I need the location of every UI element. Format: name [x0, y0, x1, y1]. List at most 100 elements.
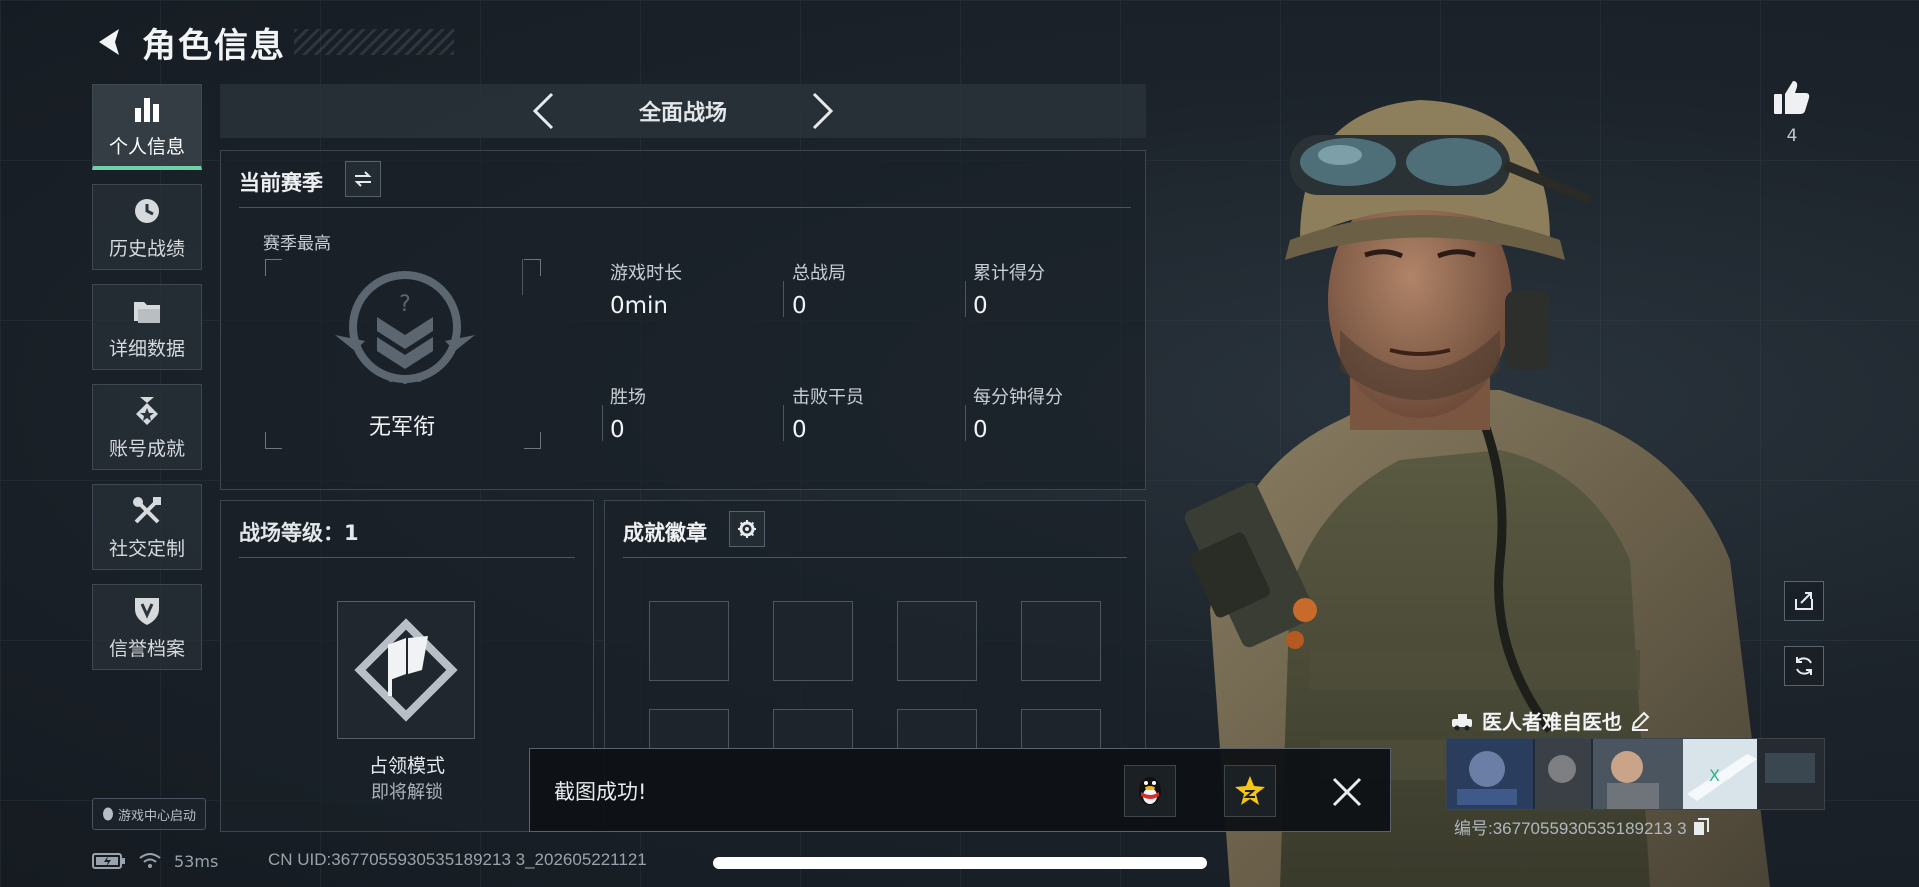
nav-item-history[interactable]: 历史战绩 — [92, 184, 202, 270]
badges-settings-button[interactable] — [729, 511, 765, 547]
folder-icon — [130, 294, 164, 328]
edit-pencil-icon[interactable] — [1630, 711, 1650, 731]
stat-kills: 击败干员 0 — [792, 383, 864, 443]
season-title: 当前赛季 — [239, 171, 323, 195]
stat-value: 0 — [610, 417, 625, 443]
home-indicator[interactable] — [713, 857, 1207, 869]
badge-slot[interactable] — [897, 601, 977, 681]
season-best-label: 赛季最高 — [263, 234, 331, 254]
nav-item-credit[interactable]: 信誉档案 — [92, 584, 202, 670]
copy-icon[interactable] — [1693, 817, 1709, 836]
tools-icon — [130, 494, 164, 528]
qzone-star-icon — [1235, 776, 1265, 805]
share-qzone-button[interactable] — [1224, 765, 1276, 817]
swap-icon — [354, 171, 372, 187]
svg-text:?: ? — [399, 292, 411, 317]
season-switch-button[interactable] — [345, 161, 381, 197]
flag-mode-icon — [354, 618, 458, 722]
stat-playtime: 游戏时长 0min — [610, 259, 682, 319]
stat-separator — [965, 405, 966, 441]
stat-separator — [965, 281, 966, 317]
wifi-icon — [139, 853, 161, 868]
ping-text: 53ms — [174, 851, 219, 871]
badge-slot[interactable] — [1021, 709, 1101, 749]
badge-slot[interactable] — [649, 601, 729, 681]
rank-frame: ? 无军衔 — [265, 259, 541, 449]
stat-label: 总战局 — [792, 263, 846, 284]
player-id-row: 编号:3677055930535189213 3 — [1454, 814, 1709, 839]
stat-label: 累计得分 — [973, 263, 1045, 284]
uid-text: CN UID:3677055930535189213 3_20260522112… — [268, 850, 647, 869]
vehicle-badge-icon — [1452, 713, 1472, 730]
mode-prev-button[interactable] — [523, 91, 563, 131]
close-icon[interactable] — [1330, 775, 1364, 809]
back-arrow-icon[interactable] — [92, 24, 128, 60]
badge-slot[interactable] — [773, 709, 853, 749]
stat-label: 击败干员 — [792, 387, 864, 408]
nav-item-personal-info[interactable]: 个人信息 — [92, 84, 202, 170]
battery-icon — [92, 853, 125, 869]
page-header: 角色信息 — [92, 18, 454, 66]
stat-wins: 胜场 0 — [610, 383, 646, 443]
frame-corner — [265, 259, 282, 276]
screenshot-toast: 截图成功! — [529, 748, 1391, 832]
stat-label: 游戏时长 — [610, 263, 682, 284]
stat-value: 0min — [610, 293, 669, 319]
badge-slot[interactable] — [773, 601, 853, 681]
player-name: 医人者难自医也 — [1482, 710, 1622, 734]
frame-corner — [265, 432, 282, 449]
nav-item-label: 历史战绩 — [108, 237, 185, 260]
badge-slot[interactable] — [649, 709, 729, 749]
stat-separator — [783, 281, 784, 317]
stat-total-score: 累计得分 0 — [973, 259, 1045, 319]
badge-slot[interactable] — [1021, 601, 1101, 681]
stat-value: 0 — [973, 417, 988, 443]
sidebar-nav: 个人信息 历史战绩 详细数据 账号成就 社交定制 信誉档案 — [92, 84, 204, 684]
nav-item-label: 社交定制 — [108, 537, 185, 560]
refresh-icon — [1796, 657, 1812, 675]
gear-icon — [738, 520, 756, 538]
nav-item-details[interactable]: 详细数据 — [92, 284, 202, 370]
page-title: 角色信息 — [142, 25, 286, 66]
nav-item-label: 个人信息 — [108, 136, 185, 158]
stat-value: 0 — [973, 293, 988, 319]
refresh-button[interactable] — [1784, 646, 1824, 686]
mode-name: 全面战场 — [638, 101, 727, 126]
game-center-launch-button[interactable]: 游戏中心启动 — [92, 798, 206, 830]
like-button[interactable]: 4 — [1768, 78, 1816, 146]
mode-next-button[interactable] — [803, 91, 843, 131]
rank-name: 无军衔 — [369, 415, 436, 440]
toast-message: 截图成功! — [554, 780, 647, 804]
status-bar: 53ms — [92, 848, 218, 874]
nav-item-achievements[interactable]: 账号成就 — [92, 384, 202, 470]
player-name-row: 医人者难自医也 — [1450, 706, 1650, 735]
share-button[interactable] — [1784, 581, 1824, 621]
level-divider — [239, 557, 575, 558]
battlefield-level-title: 战场等级：1 — [239, 521, 359, 545]
game-center-label: 游戏中心启动 — [117, 808, 196, 824]
stat-total-matches: 总战局 0 — [792, 259, 846, 319]
share-icon — [1795, 592, 1813, 610]
badges-divider — [623, 557, 1127, 558]
bar-chart-icon — [130, 92, 164, 126]
share-qq-button[interactable] — [1124, 765, 1176, 817]
season-divider — [239, 207, 1131, 208]
player-name-card-image[interactable]: X — [1446, 738, 1825, 810]
clock-icon — [130, 194, 164, 228]
badge-slot[interactable] — [897, 709, 977, 749]
frame-corner — [524, 432, 541, 449]
stat-separator — [522, 259, 523, 295]
svg-text:X: X — [1709, 766, 1720, 785]
nav-item-social[interactable]: 社交定制 — [92, 484, 202, 570]
nav-item-label: 账号成就 — [108, 437, 185, 460]
season-panel: 当前赛季 赛季最高 ? 无军衔 游戏时长 0min 总战局 0 累计得分 0 胜… — [220, 150, 1146, 490]
penguin-icon — [102, 807, 113, 821]
frame-corner — [524, 259, 541, 276]
like-count: 4 — [1786, 126, 1798, 146]
nav-item-label: 详细数据 — [108, 337, 185, 360]
occupation-mode-card[interactable] — [337, 601, 475, 739]
qq-penguin-icon — [1139, 777, 1161, 805]
rank-emblem-icon: ? — [335, 271, 475, 384]
stat-value: 0 — [792, 417, 807, 443]
occupation-mode-status: 即将解锁 — [371, 782, 443, 803]
